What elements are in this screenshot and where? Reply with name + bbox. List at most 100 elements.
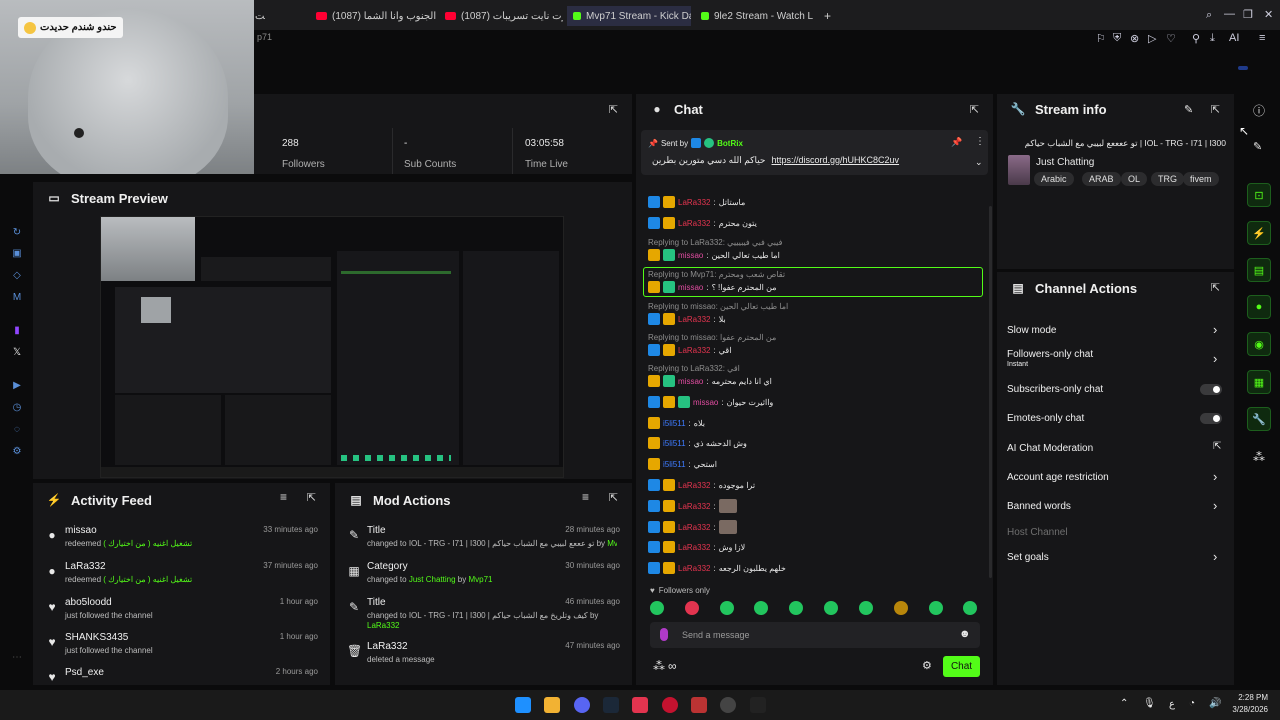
layout-button[interactable]: ▦ — [1247, 370, 1271, 394]
play-circle-icon[interactable]: ▶ — [10, 378, 24, 392]
pinned-sender[interactable]: BotRix — [717, 139, 743, 148]
emote-icon[interactable] — [824, 601, 838, 615]
search-icon[interactable]: ⌕ — [1206, 9, 1212, 22]
emote-icon[interactable] — [859, 601, 873, 615]
clock-icon[interactable]: ◷ — [10, 400, 24, 414]
chat-username[interactable]: LaRa332 — [678, 564, 710, 573]
infinity-icon[interactable]: ∞ — [668, 659, 677, 673]
new-tab-button[interactable]: + — [824, 6, 836, 26]
feed-username[interactable]: Psd_exe — [65, 667, 104, 678]
profile-icon[interactable]: ⚲ — [1192, 32, 1200, 45]
document-button[interactable]: ▤ — [1247, 258, 1271, 282]
chat-username[interactable]: missao — [693, 398, 718, 407]
app-icon[interactable] — [750, 697, 766, 713]
category-link[interactable]: Just Chatting — [409, 575, 456, 584]
filter-icon[interactable]: ≡ — [280, 490, 287, 504]
file-explorer-icon[interactable] — [544, 697, 560, 713]
chat-message[interactable]: missao: اما طيب تعالي الحين — [648, 248, 780, 262]
filter-icon[interactable]: ≡ — [582, 490, 589, 504]
chat-message[interactable]: LaRa332: بلا — [648, 312, 726, 326]
chat-username[interactable]: LaRa332 — [678, 315, 710, 324]
chat-message[interactable]: i5li511: بلاه — [648, 416, 705, 430]
chat-message[interactable]: LaRa332: لازا وش — [648, 540, 745, 554]
broadcast-button[interactable]: ◉ — [1247, 332, 1271, 356]
account-age-restriction-label[interactable]: Account age restriction — [1007, 472, 1109, 483]
chat-username[interactable]: missao — [678, 377, 703, 386]
tag-chip[interactable]: OL — [1121, 172, 1148, 186]
discord-icon[interactable] — [574, 697, 590, 713]
feed-username[interactable]: LaRa332 — [65, 561, 106, 572]
tag-chip[interactable]: fivem — [1183, 172, 1219, 186]
heart-icon[interactable]: ♡ — [1166, 32, 1176, 45]
emote-icon[interactable] — [963, 601, 977, 615]
twitch-icon[interactable]: ▮ — [10, 323, 24, 337]
chat-message[interactable]: LaRa332: ترا موجوده — [648, 478, 755, 492]
chat-username[interactable]: LaRa332 — [678, 523, 710, 532]
send-chat-button[interactable]: Chat — [943, 656, 980, 677]
pencil-icon[interactable]: ✎ — [1253, 140, 1262, 153]
shield-icon[interactable]: ⛨ — [1113, 32, 1121, 45]
chat-message[interactable]: missao: اي انا دايم محترمه — [648, 374, 772, 388]
set-goals-label[interactable]: Set goals — [1007, 552, 1049, 563]
chat-message[interactable]: LaRa332: يتون محترم — [648, 216, 757, 230]
banned-words-label[interactable]: Banned words — [1007, 501, 1071, 512]
unpin-icon[interactable]: 📌 — [951, 137, 962, 148]
chat-scrollbar[interactable] — [989, 206, 992, 578]
tag-chip[interactable]: TRG — [1151, 172, 1184, 186]
chat-message[interactable]: LaRa332: — [648, 520, 737, 534]
chevron-right-icon[interactable]: › — [1213, 322, 1217, 337]
tab-youtube-1[interactable]: (1087) انتي الجنوب وانا الشما... — [316, 6, 436, 26]
language-indicator[interactable]: ع — [1169, 699, 1175, 710]
chat-username[interactable]: i5li511 — [663, 460, 686, 469]
maximize-icon[interactable]: ❐ — [1243, 8, 1253, 21]
emote-icon[interactable] — [720, 601, 734, 615]
chevron-right-icon[interactable]: › — [1213, 498, 1217, 513]
wifi-icon[interactable]: ◔ — [1189, 698, 1195, 709]
chat-bubble-icon[interactable]: ◌ — [10, 422, 24, 436]
emote-icon[interactable] — [894, 601, 908, 615]
chat-message[interactable]: missao: وااثيرت حيوان — [648, 395, 773, 409]
steam-icon[interactable] — [603, 697, 619, 713]
block-icon[interactable]: ⊗ — [1130, 32, 1139, 45]
edit-icon[interactable]: ✎ — [1184, 103, 1193, 116]
bolt-button[interactable]: ⚡ — [1247, 221, 1271, 245]
popout-icon[interactable]: ⇱ — [970, 103, 979, 116]
chat-username[interactable]: LaRa332 — [678, 198, 710, 207]
refresh-icon[interactable]: ↻ — [10, 225, 24, 239]
clock-date[interactable]: 3/28/2026 — [1224, 705, 1268, 714]
chat-username[interactable]: LaRa332 — [678, 346, 710, 355]
chat-button[interactable]: ● — [1247, 295, 1271, 319]
chevron-up-icon[interactable]: ⌃ — [1120, 698, 1128, 709]
external-link-icon[interactable]: ⇱ — [1213, 441, 1221, 452]
download-icon[interactable]: ⤓ — [1210, 32, 1215, 45]
opera-icon[interactable] — [662, 697, 678, 713]
camera-button[interactable]: ⊡ — [1247, 183, 1271, 207]
chat-username[interactable]: LaRa332 — [678, 502, 710, 511]
chat-message[interactable]: LaRa332: اقي — [648, 343, 731, 357]
mod-action-user[interactable]: LaRa332 — [367, 621, 399, 630]
pinned-message[interactable]: 📌 Sent by BotRix 📌 ⋮ حياكم الله دسي متور… — [641, 130, 988, 175]
play-icon[interactable]: ▷ — [1148, 32, 1156, 45]
chat-message[interactable]: LaRa332: ماستاتل — [648, 195, 745, 209]
chat-message[interactable]: missao: من المحترم عفوا! ؟ — [648, 280, 777, 294]
emote-icon[interactable] — [789, 601, 803, 615]
stream-preview-video[interactable] — [100, 216, 564, 478]
chat-message[interactable]: i5li511: استحي — [648, 457, 717, 471]
tag-chip[interactable]: Arabic — [1034, 172, 1074, 186]
feed-username[interactable]: missao — [65, 525, 97, 536]
tab-fragment[interactable]: مت — [255, 6, 265, 26]
popout-icon[interactable]: ⇱ — [307, 491, 316, 504]
chat-username[interactable]: i5li511 — [663, 419, 686, 428]
chat-username[interactable]: missao — [678, 283, 703, 292]
messenger-icon[interactable]: M — [10, 290, 24, 304]
subscribers-only-toggle[interactable] — [1200, 384, 1222, 395]
chat-input[interactable]: Send a message ☻ — [650, 622, 980, 648]
tab-kick-dashboard[interactable]: Mvp71 Stream - Kick Dash — [567, 6, 691, 26]
tag-icon[interactable]: ◇ — [10, 268, 24, 282]
pinned-link[interactable]: https://discord.gg/hUHKC8C2uv — [772, 155, 900, 166]
emotes-only-toggle[interactable] — [1200, 413, 1222, 424]
minimize-icon[interactable]: — — [1224, 8, 1235, 20]
wrench-button[interactable]: 🔧 — [1247, 407, 1271, 431]
chevron-right-icon[interactable]: › — [1213, 549, 1217, 564]
chat-message[interactable]: i5li511: وش الدحشه ذي — [648, 436, 747, 450]
